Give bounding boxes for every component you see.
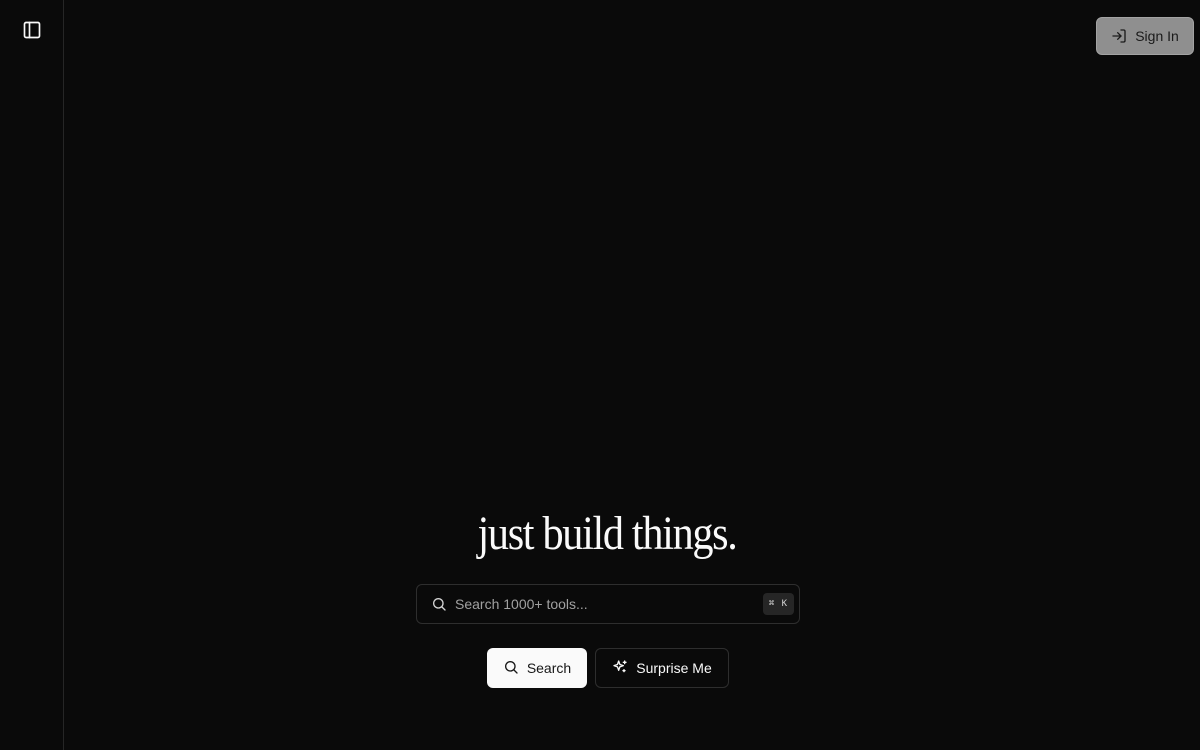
hero-section: just build things. ⌘ K Search xyxy=(64,0,1200,750)
search-button[interactable]: Search xyxy=(487,648,587,688)
surprise-me-label: Surprise Me xyxy=(636,660,712,676)
search-field[interactable]: ⌘ K xyxy=(416,584,800,624)
sparkles-icon xyxy=(612,659,628,678)
panel-left-icon xyxy=(22,20,42,45)
keyboard-shortcut-badge: ⌘ K xyxy=(762,593,794,615)
search-icon xyxy=(503,659,519,678)
sidebar-toggle-button[interactable] xyxy=(20,20,44,44)
surprise-me-button[interactable]: Surprise Me xyxy=(595,648,729,688)
page-title: just build things. xyxy=(477,507,737,560)
search-icon xyxy=(431,596,447,612)
search-button-label: Search xyxy=(526,660,572,676)
sidebar xyxy=(0,0,64,750)
search-input[interactable] xyxy=(455,585,763,623)
